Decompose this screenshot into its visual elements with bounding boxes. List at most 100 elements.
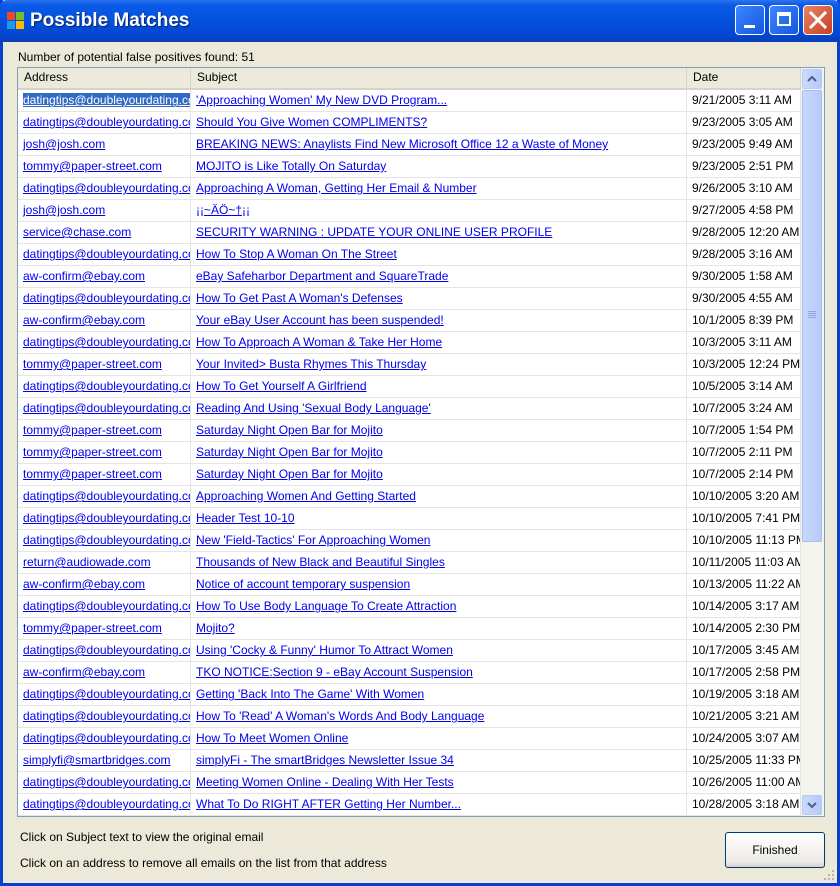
date-cell: 10/3/2005 3:11 AM: [687, 332, 801, 353]
subject-link[interactable]: Meeting Women Online - Dealing With Her …: [196, 775, 454, 789]
address-link[interactable]: josh@josh.com: [23, 203, 105, 217]
subject-link[interactable]: Approaching A Woman, Getting Her Email &…: [196, 181, 477, 195]
subject-link[interactable]: Notice of account temporary suspension: [196, 577, 410, 591]
subject-link[interactable]: How To Get Yourself A Girlfriend: [196, 379, 367, 393]
subject-link[interactable]: Header Test 10-10: [196, 511, 295, 525]
column-header-address[interactable]: Address: [18, 68, 191, 88]
subject-link[interactable]: How To Use Body Language To Create Attra…: [196, 599, 456, 613]
subject-link[interactable]: Should You Give Women COMPLIMENTS?: [196, 115, 427, 129]
subject-link[interactable]: How To Get Past A Woman's Defenses: [196, 291, 403, 305]
scroll-down-button[interactable]: [802, 795, 822, 815]
address-link[interactable]: aw-confirm@ebay.com: [23, 665, 145, 679]
table-row: tommy@paper-street.com Your Invited> Bust…: [18, 354, 801, 376]
table-row: datingtips@doubleyourdating.com What To D…: [18, 794, 801, 816]
address-link[interactable]: datingtips@doubleyourdating.com: [23, 599, 190, 613]
subject-link[interactable]: What To Do RIGHT AFTER Getting Her Numbe…: [196, 797, 461, 811]
address-link[interactable]: datingtips@doubleyourdating.com: [23, 291, 190, 305]
subject-link[interactable]: Your eBay User Account has been suspende…: [196, 313, 444, 327]
subject-link[interactable]: TKO NOTICE:Section 9 - eBay Account Susp…: [196, 665, 473, 679]
address-link[interactable]: datingtips@doubleyourdating.com: [23, 709, 190, 723]
subject-link[interactable]: How To 'Read' A Woman's Words And Body L…: [196, 709, 484, 723]
address-link[interactable]: aw-confirm@ebay.com: [23, 313, 145, 327]
subject-link[interactable]: Reading And Using 'Sexual Body Language': [196, 401, 431, 415]
address-link[interactable]: datingtips@doubleyourdating.com: [23, 247, 190, 261]
subject-link[interactable]: MOJITO is Like Totally On Saturday: [196, 159, 386, 173]
scroll-up-button[interactable]: [802, 69, 822, 89]
address-link[interactable]: datingtips@doubleyourdating.com: [23, 687, 190, 701]
address-link[interactable]: return@audiowade.com: [23, 555, 151, 569]
address-link[interactable]: datingtips@doubleyourdating.com: [23, 511, 190, 525]
address-link[interactable]: aw-confirm@ebay.com: [23, 577, 145, 591]
address-link[interactable]: datingtips@doubleyourdating.com: [23, 731, 190, 745]
close-button[interactable]: [803, 5, 833, 35]
subject-link[interactable]: How To Stop A Woman On The Street: [196, 247, 397, 261]
address-link[interactable]: datingtips@doubleyourdating.com: [23, 401, 190, 415]
address-cell: tommy@paper-street.com: [18, 442, 191, 463]
subject-link[interactable]: How To Meet Women Online: [196, 731, 348, 745]
date-cell: 9/23/2005 3:05 AM: [687, 112, 801, 133]
subject-link[interactable]: Mojito?: [196, 621, 235, 635]
subject-link[interactable]: ¡¡~ÄÖ~†¡¡: [196, 203, 250, 217]
subject-link[interactable]: BREAKING NEWS: Anaylists Find New Micros…: [196, 137, 608, 151]
date-cell: 10/24/2005 3:07 AM: [687, 728, 801, 749]
address-link[interactable]: datingtips@doubleyourdating.com: [23, 533, 190, 547]
address-link[interactable]: datingtips@doubleyourdating.com: [23, 797, 190, 811]
subject-link[interactable]: Your Invited> Busta Rhymes This Thursday: [196, 357, 426, 371]
date-cell: 10/3/2005 3:11 AM: [692, 335, 792, 349]
subject-cell: How To Approach A Woman & Take Her Home: [191, 332, 687, 353]
address-link[interactable]: tommy@paper-street.com: [23, 467, 162, 481]
table-row: datingtips@doubleyourdating.com How To 'R…: [18, 706, 801, 728]
subject-link[interactable]: eBay Safeharbor Department and SquareTra…: [196, 269, 448, 283]
subject-link[interactable]: Using 'Cocky & Funny' Humor To Attract W…: [196, 643, 453, 657]
date-cell: 10/26/2005 11:00 AM: [687, 772, 801, 793]
address-cell: aw-confirm@ebay.com: [18, 266, 191, 287]
address-link[interactable]: datingtips@doubleyourdating.com: [23, 775, 190, 789]
maximize-button[interactable]: [769, 5, 799, 35]
matches-grid[interactable]: Address Subject Date datingtips@doubleyo…: [17, 67, 825, 817]
address-link[interactable]: datingtips@doubleyourdating.com: [23, 181, 190, 195]
subject-cell: ¡¡~ÄÖ~†¡¡: [191, 200, 687, 221]
scroll-thumb[interactable]: [802, 90, 822, 542]
subject-link[interactable]: Approaching Women And Getting Started: [196, 489, 416, 503]
address-link[interactable]: datingtips@doubleyourdating.com: [23, 379, 190, 393]
address-link[interactable]: datingtips@doubleyourdating.com: [23, 115, 190, 129]
table-row: aw-confirm@ebay.com eBay Safeharbor Depar…: [18, 266, 801, 288]
subject-cell: SECURITY WARNING : UPDATE YOUR ONLINE US…: [191, 222, 687, 243]
address-link[interactable]: datingtips@doubleyourdating.com: [23, 335, 190, 349]
address-link[interactable]: tommy@paper-street.com: [23, 159, 162, 173]
column-header-date[interactable]: Date: [687, 68, 801, 88]
address-link[interactable]: datingtips@doubleyourdating.com: [23, 643, 190, 657]
column-header-subject[interactable]: Subject: [191, 68, 687, 88]
address-link[interactable]: tommy@paper-street.com: [23, 445, 162, 459]
subject-cell: Meeting Women Online - Dealing With Her …: [191, 772, 687, 793]
vertical-scrollbar[interactable]: [801, 68, 824, 816]
table-row: datingtips@doubleyourdating.com New 'Fiel…: [18, 530, 801, 552]
subject-link[interactable]: New 'Field-Tactics' For Approaching Wome…: [196, 533, 430, 547]
subject-link[interactable]: Thousands of New Black and Beautiful Sin…: [196, 555, 445, 569]
finished-button[interactable]: Finished: [725, 832, 825, 868]
date-cell: 10/10/2005 7:41 PM: [687, 508, 801, 529]
address-link[interactable]: tommy@paper-street.com: [23, 357, 162, 371]
address-link[interactable]: aw-confirm@ebay.com: [23, 269, 145, 283]
subject-link[interactable]: Saturday Night Open Bar for Mojito: [196, 445, 383, 459]
address-link[interactable]: tommy@paper-street.com: [23, 621, 162, 635]
date-cell: 9/30/2005 4:55 AM: [687, 288, 801, 309]
help-text-subject: Click on Subject text to view the origin…: [20, 830, 264, 844]
address-link[interactable]: datingtips@doubleyourdating.com: [23, 93, 190, 107]
subject-link[interactable]: How To Approach A Woman & Take Her Home: [196, 335, 442, 349]
address-cell: datingtips@doubleyourdating.com: [18, 398, 191, 419]
address-link[interactable]: simplyfi@smartbridges.com: [23, 753, 171, 767]
title-bar[interactable]: Possible Matches: [0, 0, 840, 42]
subject-link[interactable]: SECURITY WARNING : UPDATE YOUR ONLINE US…: [196, 225, 552, 239]
address-link[interactable]: tommy@paper-street.com: [23, 423, 162, 437]
subject-link[interactable]: Saturday Night Open Bar for Mojito: [196, 467, 383, 481]
subject-link[interactable]: 'Approaching Women' My New DVD Program..…: [196, 93, 447, 107]
resize-grip-icon[interactable]: [823, 869, 835, 881]
minimize-button[interactable]: [735, 5, 765, 35]
address-link[interactable]: service@chase.com: [23, 225, 131, 239]
subject-link[interactable]: Saturday Night Open Bar for Mojito: [196, 423, 383, 437]
address-link[interactable]: datingtips@doubleyourdating.com: [23, 489, 190, 503]
subject-link[interactable]: Getting 'Back Into The Game' With Women: [196, 687, 424, 701]
subject-link[interactable]: simplyFi - The smartBridges Newsletter I…: [196, 753, 454, 767]
address-link[interactable]: josh@josh.com: [23, 137, 105, 151]
